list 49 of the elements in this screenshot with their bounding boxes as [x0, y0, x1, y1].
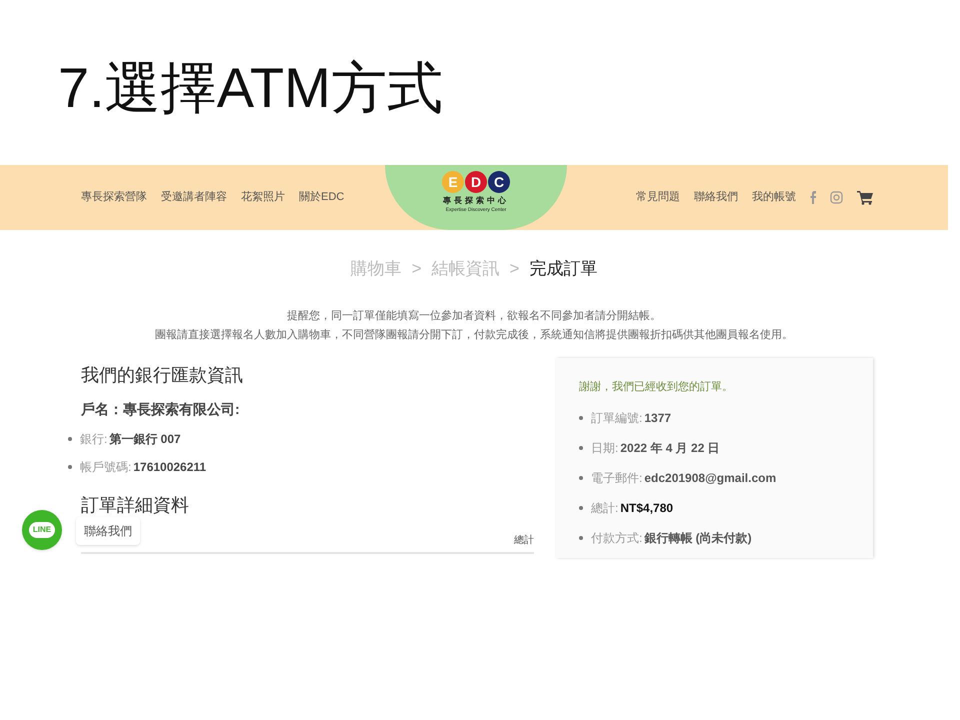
bullet-icon [579, 476, 583, 480]
info-value: 17610026211 [133, 458, 206, 476]
info-value: 第一銀行 007 [109, 430, 181, 448]
nav-link[interactable]: 我的帳號 [752, 189, 796, 206]
logo-letter: C [488, 171, 510, 193]
logo-letter: D [465, 171, 487, 193]
info-label: 日期: [591, 440, 618, 457]
bullet-icon [68, 436, 72, 440]
bullet-icon [579, 506, 583, 510]
nav-link[interactable]: 專長探索營隊 [81, 189, 147, 206]
instagram-icon[interactable] [830, 191, 843, 204]
cart-icon[interactable] [857, 190, 873, 205]
info-label: 帳戶號碼: [80, 458, 132, 476]
info-value: 1377 [644, 410, 672, 427]
info-label: 付款方式: [591, 530, 642, 547]
breadcrumb-step: 完成訂單 [529, 256, 598, 282]
info-label: 銀行: [80, 430, 108, 448]
thanks-text: 謝謝，我們已經收到您的訂單。 [579, 380, 734, 394]
column-header: 總計 [514, 534, 534, 548]
info-label: 訂單編號: [591, 410, 642, 427]
info-label: 總計: [591, 500, 618, 517]
notice-text: 提醒您，同一訂單僅能填寫一位參加者資料，欲報名不同參加者請分開結帳。 [287, 308, 661, 324]
info-value: edc201908@gmail.com [644, 470, 776, 487]
nav-link[interactable]: 受邀講者陣容 [161, 189, 227, 206]
nav-link[interactable]: 聯絡我們 [694, 189, 738, 206]
breadcrumb-separator: > [510, 258, 520, 280]
breadcrumb-separator: > [412, 258, 422, 280]
bullet-icon [68, 464, 72, 468]
logo-letter: E [442, 171, 464, 193]
bullet-icon [579, 416, 583, 420]
account-name: 戶名：專長探索有限公司: [81, 400, 241, 418]
nav-link[interactable]: 關於EDC [299, 189, 344, 206]
notice-text: 團報請直接選擇報名人數加入購物車，不同營隊團報請分開下訂，付款完成後，系統通知信將提供團報折扣碼供其他團員報名使用。 [155, 328, 793, 343]
nav-link[interactable]: 常見問題 [636, 189, 680, 206]
nav-link[interactable]: 花絮照片 [241, 189, 285, 206]
breadcrumb-step: 購物車 [350, 256, 402, 282]
bullet-icon [579, 536, 583, 540]
breadcrumb-step: 結帳資訊 [432, 256, 500, 282]
logo-name: 專長探索中心 [443, 195, 509, 207]
info-value: 銀行轉帳 (尚未付款) [644, 530, 752, 547]
section-title: 訂單詳細資料 [81, 494, 190, 516]
info-label: 電子郵件: [591, 470, 642, 487]
slide-title: 7.選擇ATM方式 [58, 55, 443, 121]
section-title: 我們的銀行匯款資訊 [81, 364, 244, 386]
facebook-icon[interactable] [810, 191, 816, 204]
bullet-icon [579, 446, 583, 450]
chat-tooltip: 聯絡我們 [76, 517, 140, 545]
info-value: NT$4,780 [620, 500, 674, 517]
info-value: 2022 年 4 月 22 日 [620, 440, 720, 457]
